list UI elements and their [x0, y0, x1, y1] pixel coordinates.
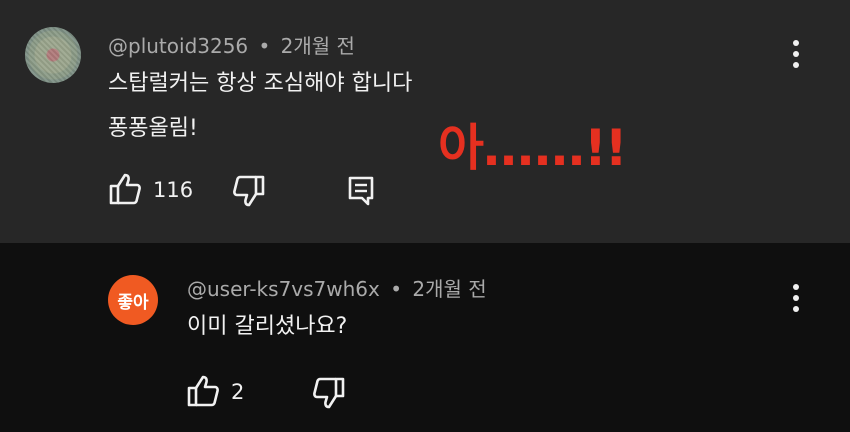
timestamp[interactable]: 2개월 전 [412, 277, 486, 301]
comment-text-line-2: 퐁퐁올림! [108, 116, 198, 141]
timestamp[interactable]: 2개월 전 [281, 34, 355, 58]
thumbs-up-icon[interactable] [108, 172, 142, 206]
thumbs-down-icon[interactable] [232, 174, 266, 208]
thumbs-down-icon[interactable] [312, 376, 346, 410]
comment-card-reply [0, 243, 850, 432]
reply-header: @user-ks7vs7wh6x • 2개월 전 [187, 273, 487, 302]
more-vertical-icon[interactable] [786, 282, 806, 314]
author-handle[interactable]: @user-ks7vs7wh6x [187, 277, 380, 301]
avatar[interactable] [25, 27, 81, 83]
reply-text: 이미 갈리셨나요? [187, 314, 348, 339]
comment-text-line-1: 스탑럴커는 항상 조심해야 합니다 [108, 71, 413, 96]
overlay-caption: 아......!! [438, 119, 628, 177]
avatar[interactable]: 좋아 [108, 275, 158, 325]
like-count: 2 [231, 380, 245, 404]
separator-dot: • [390, 277, 403, 301]
more-vertical-icon[interactable] [786, 38, 806, 70]
comment-card-top: @plutoid3256 • 2개월 전 스탑럴커는 항상 조심해야 합니다 퐁… [0, 0, 850, 243]
reply-icon[interactable] [346, 174, 376, 206]
thumbs-up-icon[interactable] [186, 374, 220, 408]
avatar-text: 좋아 [117, 292, 149, 313]
separator-dot: • [258, 34, 271, 58]
author-handle[interactable]: @plutoid3256 [108, 34, 248, 58]
like-count: 116 [153, 178, 194, 202]
comment-header: @plutoid3256 • 2개월 전 [108, 30, 355, 59]
